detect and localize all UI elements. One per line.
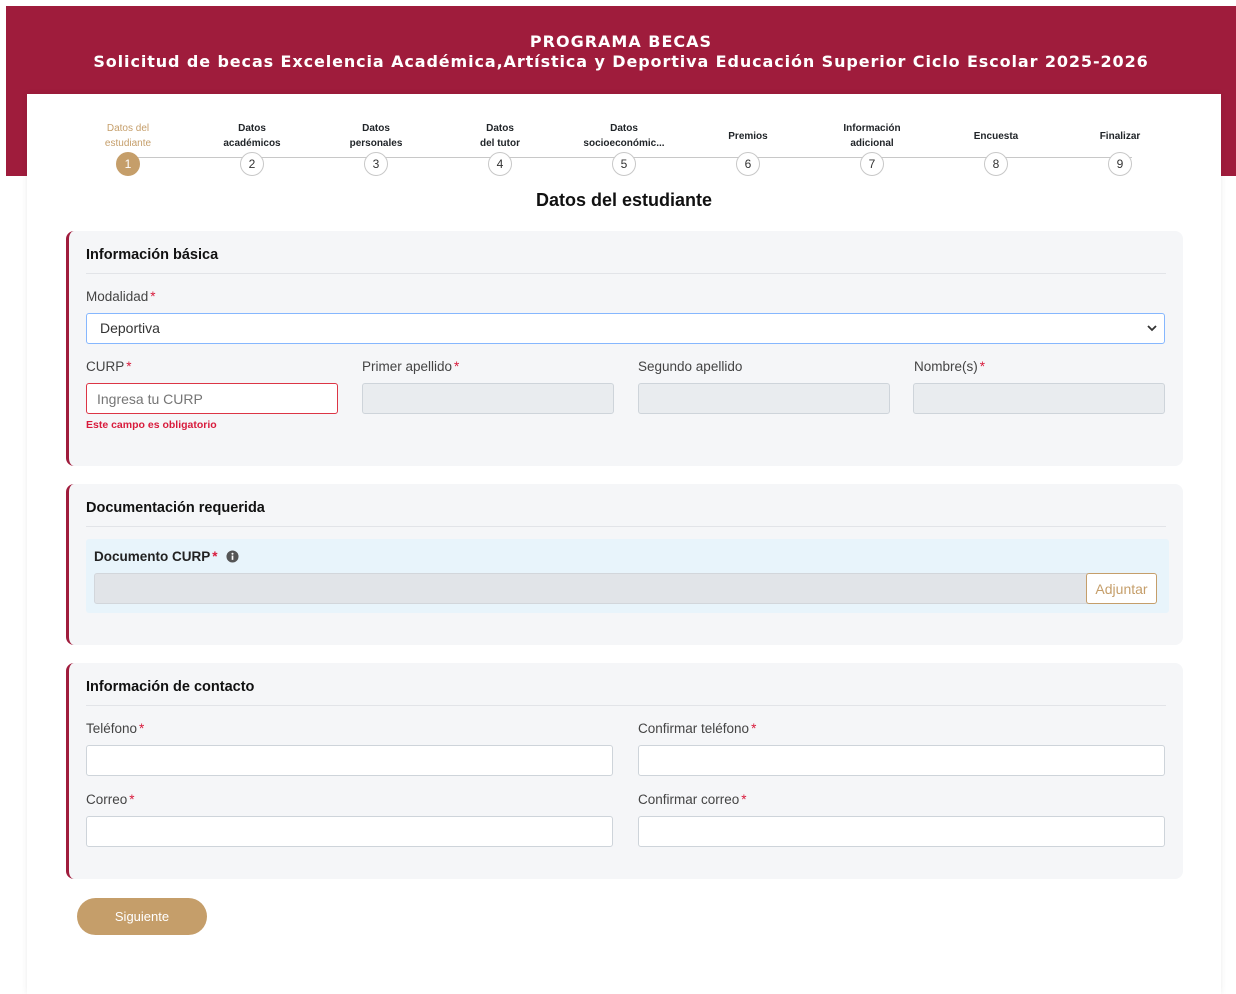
nombres-input — [913, 383, 1165, 414]
curp-document-box: Documento CURP * Adjuntar — [86, 539, 1169, 613]
curp-label: CURP * — [86, 359, 132, 374]
step-number: 1 — [116, 152, 140, 176]
section-title: Documentación requerida — [86, 500, 265, 516]
attach-button[interactable]: Adjuntar — [1086, 573, 1157, 604]
step-2[interactable]: Datos académicos 2 — [190, 120, 314, 176]
telefono-input[interactable] — [86, 745, 613, 776]
nombres-label: Nombre(s) * — [914, 359, 986, 374]
primer-apellido-label: Primer apellido * — [362, 359, 460, 374]
step-number: 6 — [736, 152, 760, 176]
stepper: Datos del estudiante 1 Datos académicos 2 … — [27, 94, 1221, 176]
chevron-down-icon — [1147, 325, 1157, 332]
step-label: Premios — [728, 130, 768, 142]
step-6[interactable]: Premios 6 — [686, 120, 810, 176]
section-contact-info: Información de contacto Teléfono * Confir… — [66, 663, 1183, 879]
curp-error-text: Este campo es obligatorio — [86, 419, 217, 431]
segundo-apellido-input — [638, 383, 890, 414]
primer-apellido-input — [362, 383, 614, 414]
section-divider — [86, 273, 1166, 274]
section-title: Información de contacto — [86, 679, 255, 695]
curp-document-field[interactable] — [94, 573, 1088, 604]
step-7[interactable]: Información adicional 7 — [810, 120, 934, 176]
program-subtitle: Solicitud de becas Excelencia Académica,… — [93, 52, 1149, 71]
section-divider — [86, 526, 1166, 527]
form-card: Datos del estudiante 1 Datos académicos 2 … — [27, 94, 1221, 994]
step-number: 8 — [984, 152, 1008, 176]
telefono-label: Teléfono * — [86, 721, 145, 736]
modalidad-select[interactable]: Deportiva — [86, 313, 1165, 344]
confirm-correo-label: Confirmar correo * — [638, 792, 747, 807]
step-8[interactable]: Encuesta 8 — [934, 120, 1058, 176]
segundo-apellido-label: Segundo apellido — [638, 359, 743, 374]
section-documents: Documentación requerida Documento CURP * … — [66, 484, 1183, 645]
step-number: 3 — [364, 152, 388, 176]
confirm-telefono-label: Confirmar teléfono * — [638, 721, 757, 736]
step-number: 5 — [612, 152, 636, 176]
curp-input[interactable] — [86, 383, 338, 414]
program-title: PROGRAMA BECAS — [529, 32, 713, 51]
curp-document-label: Documento CURP * — [94, 549, 239, 564]
step-label: Datos socioeconómic... — [583, 123, 665, 149]
step-number: 4 — [488, 152, 512, 176]
page-title: Datos del estudiante — [535, 190, 713, 210]
section-divider — [86, 705, 1166, 706]
step-label: Datos del estudiante — [104, 123, 152, 149]
modalidad-label: Modalidad * — [86, 289, 156, 304]
correo-input[interactable] — [86, 816, 613, 847]
step-number: 9 — [1108, 152, 1132, 176]
step-number: 7 — [860, 152, 884, 176]
section-title: Información básica — [86, 247, 219, 263]
step-1[interactable]: Datos del estudiante 1 — [66, 120, 190, 176]
step-3[interactable]: Datos personales 3 — [314, 120, 438, 176]
step-label: Datos del tutor — [480, 123, 520, 149]
next-button[interactable]: Siguiente — [77, 898, 207, 935]
step-9[interactable]: Finalizar 9 — [1058, 120, 1182, 176]
step-label: Finalizar — [1099, 130, 1141, 142]
correo-label: Correo * — [86, 792, 135, 807]
step-label: Información adicional — [843, 123, 901, 149]
confirm-correo-input[interactable] — [638, 816, 1165, 847]
modalidad-value: Deportiva — [100, 320, 160, 336]
step-label: Encuesta — [973, 130, 1019, 142]
section-basic-info: Información básica Modalidad * Deportiva … — [66, 231, 1183, 466]
step-label: Datos académicos — [223, 123, 281, 149]
step-label: Datos personales — [349, 123, 403, 149]
confirm-telefono-input[interactable] — [638, 745, 1165, 776]
step-5[interactable]: Datos socioeconómic... 5 — [562, 120, 686, 176]
step-number: 2 — [240, 152, 264, 176]
step-4[interactable]: Datos del tutor 4 — [438, 120, 562, 176]
info-icon[interactable] — [225, 550, 239, 563]
